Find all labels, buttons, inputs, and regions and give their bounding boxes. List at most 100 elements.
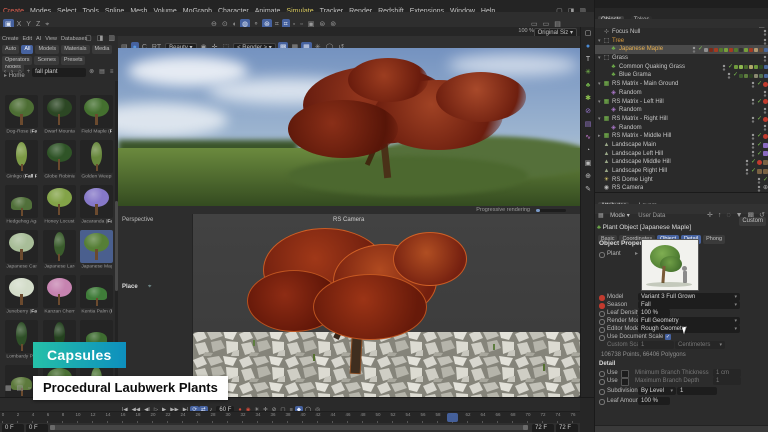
visibility-dots[interactable] [722,64,726,71]
figure-capsule-icon[interactable]: ⊕ [581,170,595,183]
material-swatch[interactable] [739,74,743,78]
material-swatch[interactable] [734,48,738,52]
object-row-japanese-maple[interactable]: ♣Japanese Maple✓ [595,45,768,54]
render-check-icon[interactable]: ✓ [757,115,762,124]
render-check-icon[interactable]: ✓ [757,98,762,107]
material-swatch[interactable] [764,48,768,52]
attr-tab-phong[interactable]: Phong [703,235,725,244]
material-swatch[interactable] [729,48,733,52]
flower-capsule-icon[interactable]: ✱ [581,92,595,105]
plant-preview[interactable] [641,239,699,291]
plant-capsule-icon[interactable]: ♣ [581,79,595,92]
asset-item-juneberry[interactable]: Juneberry (Fall Plant) [3,274,40,318]
material-swatch[interactable] [749,48,753,52]
object-row-rs-matrix-main-ground[interactable]: ▾▦RS Matrix - Main Ground✓ [595,80,768,89]
render-check-icon[interactable]: ✓ [698,45,703,54]
texture-tag-icon[interactable] [757,169,762,174]
asset-item-hedgehog-agave[interactable]: Hedgehog Agave (Fall... [3,184,40,228]
material-swatch[interactable] [724,48,728,52]
material-swatch[interactable] [759,48,763,52]
asset-item-kanzan-cherry[interactable]: Kanzan Cherry (Fall Pl... [41,274,78,318]
add-icon[interactable]: + [25,67,33,78]
visibility-dots[interactable] [751,116,755,123]
material-swatch[interactable] [759,74,763,78]
visibility-dots[interactable] [751,142,755,149]
object-row-common-quaking-grass[interactable]: ♣Common Quaking Grass✓ [595,63,768,72]
material-swatch[interactable] [759,65,763,69]
asset-item-honey-locust-sunbur[interactable]: Honey Locust 'Sunbur... [41,184,78,228]
asset-item-japanese-maple[interactable]: Japanese Maple (Fall... [78,229,115,273]
visibility-dots[interactable] [692,46,696,53]
material-swatch[interactable] [714,48,718,52]
object-row-landscape-left-hill[interactable]: ▲Landscape Left Hill✓ [595,150,768,159]
folder-icon[interactable]: ▤ [97,67,107,78]
render-check-icon[interactable]: ✓ [763,176,768,185]
asset-item-globe-robinia[interactable]: Globe Robinia (Fall Pl... [41,139,78,183]
material-swatch[interactable] [764,65,768,69]
object-row-rs-matrix-right-hill[interactable]: ▾▦RS Matrix - Right Hill✓ [595,115,768,124]
season-dropdown[interactable]: Fall▾ [638,301,740,309]
object-row-blue-grama[interactable]: ♣Blue Grama✓ [595,71,768,80]
grid-view-icon[interactable]: ▦ [3,383,14,394]
redshift-tag-icon[interactable] [763,134,768,139]
object-row-landscape-middle-hill[interactable]: ▲Landscape Middle Hill✓ [595,158,768,167]
material-swatch[interactable] [754,65,758,69]
asset-item-ginkgo[interactable]: Ginkgo (Fall Plant) [3,139,40,183]
visibility-dots[interactable] [745,159,749,166]
material-swatch[interactable] [734,65,738,69]
hamburger-icon[interactable]: ≡ [108,67,116,78]
subdivision-mode-dropdown[interactable]: By Level▾ [638,387,676,395]
material-swatch[interactable] [739,65,743,69]
camera-label[interactable]: RS Camera [333,217,364,223]
deformer-tag-icon[interactable] [763,143,768,148]
model-dropdown[interactable]: Variant 3 Full Grown▾ [638,293,740,301]
visibility-dots[interactable] [763,107,767,114]
object-row-rs-dome-light[interactable]: ☀RS Dome Light✓ [595,176,768,185]
search-input[interactable]: fall plant [32,68,86,77]
object-row-landscape-main[interactable]: ▲Landscape Main✓ [595,141,768,150]
material-swatch[interactable] [764,74,768,78]
object-row-landscape-right-hill[interactable]: ▲Landscape Right Hill✓ [595,167,768,176]
texture-tag-icon[interactable] [763,160,768,165]
object-row-random[interactable]: ◈Random [595,89,768,98]
asset-item-golden-weeping-willo[interactable]: Golden Weeping Willo... [78,139,115,183]
asset-item-japanese-camellia[interactable]: Japanese Camellia (Fal... [3,229,40,273]
text-capsule-icon[interactable]: T [581,53,595,66]
material-swatch[interactable] [719,48,723,52]
material-swatch[interactable] [749,65,753,69]
leaf-amount-field[interactable]: 100 % [638,397,670,405]
asset-item-kentia-palm[interactable]: Kentia Palm (Fall Plant) [78,274,115,318]
preview-end-field[interactable]: 72 F [532,424,554,432]
render-mode-dropdown[interactable]: Full Geometry▾ [638,317,740,325]
render-check-icon[interactable]: ✓ [751,167,756,176]
asset-item-dog-rose[interactable]: Dog-Rose (Fall Plant) [3,94,40,138]
camera-target-icon[interactable]: ⊕ [763,184,768,192]
texture-tag-icon[interactable] [763,169,768,174]
visibility-dots[interactable] [763,29,767,36]
pie-capsule-icon[interactable]: ◔ [581,144,595,157]
breadcrumb[interactable]: ▸ Home [4,72,25,79]
redshift-tag-icon[interactable] [757,160,762,165]
range-slider-track[interactable] [50,425,528,430]
thumb-size-icon[interactable]: ▫ [26,383,32,394]
custom-button[interactable]: Custom [739,217,766,226]
emitter-capsule-icon[interactable]: ✳ [581,66,595,79]
material-swatch[interactable] [704,48,708,52]
use-max-branch-checkbox[interactable] [621,378,629,386]
material-swatch[interactable] [754,48,758,52]
editor-mode-dropdown[interactable]: Rough Geometry▾ [638,325,740,333]
place-tool-icon[interactable]: ⌖ [148,284,151,291]
redshift-tag-icon[interactable] [763,82,768,87]
visibility-dots[interactable] [751,98,755,105]
asset-item-japanese-larch[interactable]: Japanese Larch (Fall Pl... [41,229,78,273]
sphere-capsule-icon[interactable]: ● [581,40,595,53]
render-check-icon[interactable]: ✓ [757,80,762,89]
object-row-rs-matrix-middle-hill[interactable]: ▸▦RS Matrix - Middle Hill✓ [595,132,768,141]
leaf-density-field[interactable]: 100 % [638,309,670,317]
redshift-tag-icon[interactable] [763,117,768,122]
object-row-tree[interactable]: ▾⬚Tree [595,37,768,46]
clear-search-icon[interactable]: ⊗ [87,67,96,78]
preview-start-field[interactable]: 0 F [26,424,48,432]
zoom-level[interactable]: 100 % [518,28,534,34]
visibility-dots[interactable] [745,168,749,175]
